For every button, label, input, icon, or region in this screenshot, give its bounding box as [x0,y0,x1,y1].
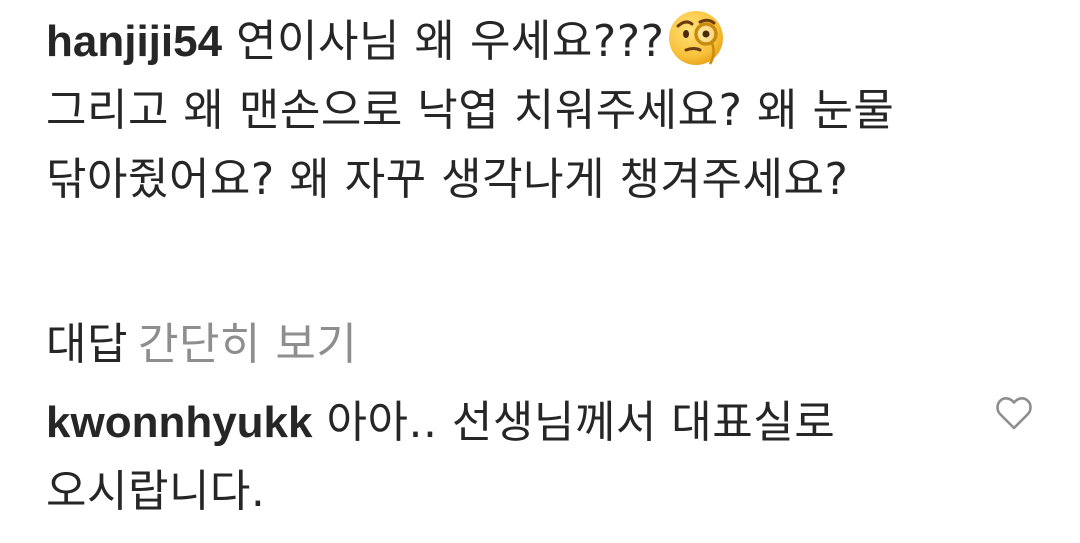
face-with-monocle-icon [666,6,728,68]
comment-text-part2: 그리고 왜 맨손으로 낙엽 치워주세요? 왜 눈물 닦아줬어요? 왜 자꾸 생각… [46,85,895,205]
comment-username[interactable]: hanjiji54 [46,17,222,66]
comment-text-part1: 연이사님 왜 우세요??? [236,16,665,67]
comment-item-kwonnhyukk: kwonnhyukk 아아.. 선생님께서 대표실로 오시랍니다. [46,388,946,526]
comment-item-hanjiji54: hanjiji54 연이사님 왜 우세요??? 그리고 왜 맨손으로 낙엽 치워주… [46,6,1006,214]
hide-replies-link[interactable]: 간단히 보기 [138,319,357,370]
heart-outline-icon[interactable] [994,395,1034,431]
comment-username[interactable]: kwonnhyukk [46,398,313,447]
replies-label[interactable]: 대답 [46,319,128,370]
replies-row: 대답 간단히 보기 [46,310,357,379]
